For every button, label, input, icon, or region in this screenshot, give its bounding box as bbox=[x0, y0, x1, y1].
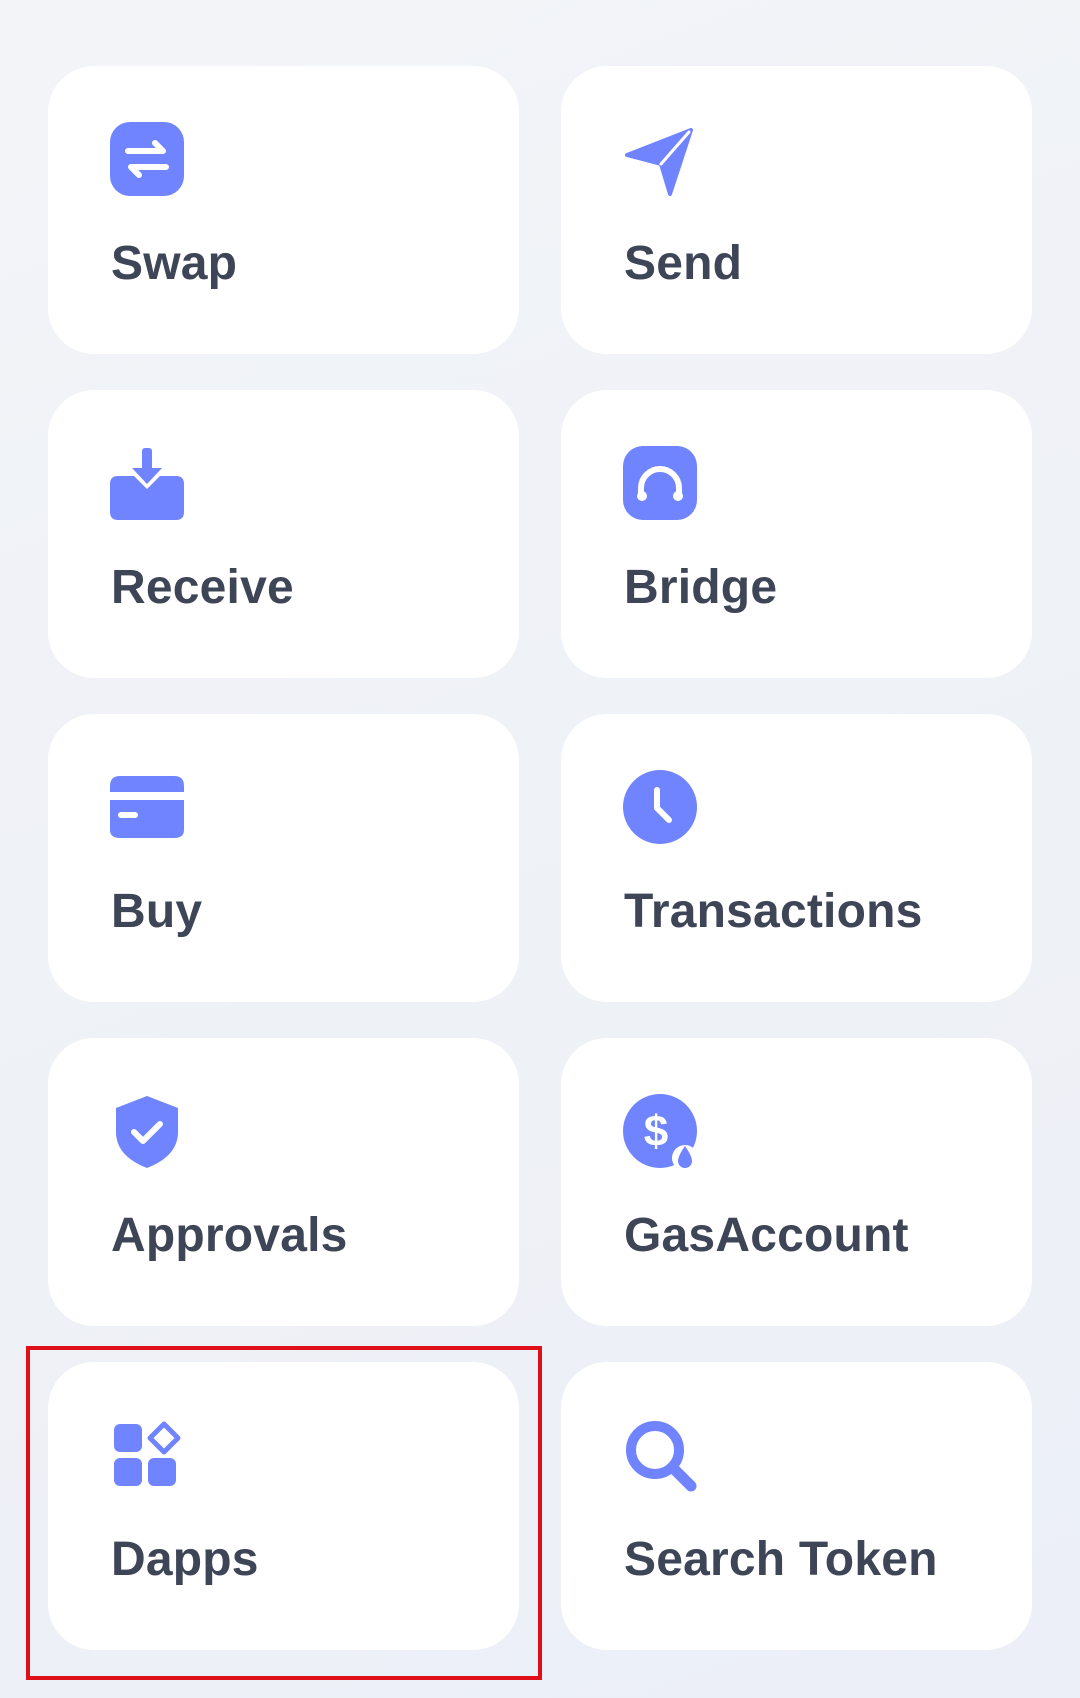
credit-card-icon bbox=[110, 770, 184, 844]
svg-text:$: $ bbox=[644, 1107, 668, 1156]
gasaccount-label: GasAccount bbox=[624, 1209, 909, 1262]
send-icon bbox=[623, 122, 697, 196]
dapps-label: Dapps bbox=[111, 1533, 259, 1586]
bridge-button[interactable]: Bridge bbox=[561, 390, 1032, 678]
actions-grid: Swap Send Receive Bridge Buy Transaction… bbox=[48, 66, 1032, 1650]
swap-button[interactable]: Swap bbox=[48, 66, 519, 354]
gasaccount-button[interactable]: $ GasAccount bbox=[561, 1038, 1032, 1326]
receive-icon bbox=[110, 446, 184, 520]
shield-check-icon bbox=[110, 1094, 184, 1168]
swap-label: Swap bbox=[111, 237, 238, 290]
receive-button[interactable]: Receive bbox=[48, 390, 519, 678]
receive-label: Receive bbox=[111, 561, 294, 614]
swap-icon bbox=[110, 122, 184, 196]
buy-button[interactable]: Buy bbox=[48, 714, 519, 1002]
approvals-button[interactable]: Approvals bbox=[48, 1038, 519, 1326]
buy-label: Buy bbox=[111, 885, 203, 938]
bridge-icon bbox=[623, 446, 697, 520]
dapps-button[interactable]: Dapps bbox=[48, 1362, 519, 1650]
bridge-label: Bridge bbox=[624, 561, 778, 614]
send-label: Send bbox=[624, 237, 743, 290]
search-token-button[interactable]: Search Token bbox=[561, 1362, 1032, 1650]
transactions-label: Transactions bbox=[624, 885, 923, 938]
approvals-label: Approvals bbox=[111, 1209, 348, 1262]
transactions-button[interactable]: Transactions bbox=[561, 714, 1032, 1002]
search-token-label: Search Token bbox=[624, 1533, 938, 1586]
gas-dollar-icon: $ bbox=[623, 1094, 697, 1168]
clock-icon bbox=[623, 770, 697, 844]
search-icon bbox=[623, 1418, 697, 1492]
send-button[interactable]: Send bbox=[561, 66, 1032, 354]
apps-grid-icon bbox=[110, 1418, 184, 1492]
